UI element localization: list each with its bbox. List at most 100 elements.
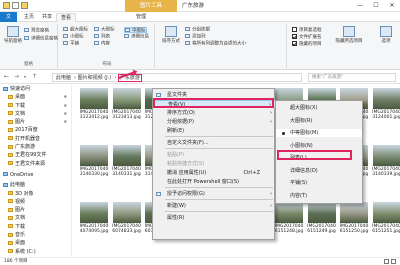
minimize-button[interactable]: — [352,0,368,12]
sidebar-item[interactable]: 快速访问 [0,85,71,93]
back-arrow-icon[interactable]: ← [4,73,9,80]
hidden-items-toggle[interactable]: 隐藏的项目 [292,41,322,47]
address-input[interactable]: 此电脑 › 图片和视频 (J:) › 广东旅游 [52,73,302,82]
tab-manage[interactable]: 管理 [132,13,150,22]
context-menu-item[interactable]: 撤消 应用属性(U) Ctrl+Z [153,169,276,177]
folder-icon[interactable] [3,2,10,9]
context-menu-item[interactable]: 粘贴(P) [153,151,276,159]
sidebar-item[interactable]: 打开机器音 [0,135,71,143]
layout-details[interactable]: 详细信息 [124,34,149,40]
sidebar-item[interactable]: 3D 对象 [0,190,71,198]
sidebar-item[interactable]: 桌面 [0,239,71,247]
context-menu-item[interactable]: 在此处打开 Powershell 窗口(S) [153,178,276,186]
file-item[interactable]: IMG20170403124001.jpg [372,88,400,120]
sidebar-item[interactable]: 文档 ✱ [0,110,71,118]
pin-icon[interactable]: ✱ [64,118,67,126]
context-menu-item[interactable]: 分组依据(P) › [153,118,276,126]
recent-dropdown-icon[interactable]: ▾ [24,74,26,79]
details-pane-button[interactable]: 详细信息窗格 [24,36,58,42]
sidebar-item[interactable]: 广东旅游 [0,143,71,151]
sidebar-item[interactable]: 图片 [0,206,71,214]
file-item[interactable]: IMG20170403140331.jpg [112,145,142,177]
sidebar-item[interactable]: 下载 ✱ [0,102,71,110]
sidebar-item[interactable]: 王君在99文件 [0,151,71,159]
picture-tools-tab[interactable]: 图片工具 [125,0,177,12]
file-item[interactable]: IMG20170404074095.jpg [79,202,109,234]
pin-icon[interactable]: ✱ [64,110,67,118]
context-menu-item[interactable]: 自定义文件夹(F)... [153,139,276,147]
view-submenu-item[interactable]: 详细信息(D) [276,167,362,175]
tab-home[interactable]: 主页 [20,13,38,22]
tab-view[interactable]: 查看 [56,13,77,22]
context-menu-item[interactable]: 排序方式(O) › [153,109,276,117]
file-item[interactable]: IMG20170406151250.jpg [339,202,369,234]
layout-medium-icons[interactable]: 中图标 [124,27,147,34]
sort-by-button[interactable]: 排序方式 [160,26,182,44]
group-by-button[interactable]: 分组依据 [185,27,210,33]
sidebar-item[interactable]: 文档 [0,214,71,222]
context-menu-item[interactable]: 刷新(E) [153,127,276,135]
layout-tiles[interactable]: 平铺 [63,41,79,47]
add-columns-button[interactable]: 添加列 [185,34,206,40]
details-view-icon[interactable] [384,259,389,264]
hidden-items-checkbox[interactable] [292,41,297,46]
fit-columns-button[interactable]: 将所有列调整为合适的大小 [185,41,246,47]
pin-icon[interactable]: ✱ [64,93,67,101]
sidebar-item[interactable]: 桌面 ✱ [0,93,71,101]
hide-selected-button[interactable]: 隐藏所选项目 [335,26,363,44]
sidebar-item[interactable]: 视频 [0,198,71,206]
view-submenu-item[interactable]: 小图标(N) [276,142,362,150]
item-checkboxes-toggle[interactable]: 项目复选框 [292,27,322,33]
star-icon [3,86,8,91]
file-extensions-checkbox[interactable] [292,34,297,39]
properties-icon[interactable] [12,2,19,9]
file-item[interactable]: IMG20170403140330.jpg [79,145,109,177]
file-item[interactable]: IMG20170403140339.jpg [372,145,400,177]
view-submenu-item[interactable]: 超大图标(X) [276,104,362,112]
options-button[interactable]: 选项 [376,26,396,44]
preview-pane-button[interactable]: 预览窗格 [24,28,49,34]
sidebar-item[interactable]: 下载 [0,223,71,231]
view-submenu-item[interactable]: 大图标(R) [276,117,362,125]
context-menu-item[interactable]: 授予访问权限(G) › [153,190,276,198]
file-item[interactable]: IMG20170406151248.jpg [274,202,304,234]
view-submenu-item[interactable]: 内容(T) [276,192,362,200]
file-item[interactable]: IMG20170406074833.jpg [112,202,142,234]
breadcrumb-this-pc[interactable]: 此电脑 [56,75,71,81]
breadcrumb-drive[interactable]: 图片和视频 (J:) [78,75,112,81]
nav-pane-button[interactable]: 导航窗格 [3,26,23,44]
new-folder-icon[interactable] [21,2,28,9]
large-icons-view-icon[interactable] [391,259,396,264]
search-input[interactable]: 搜索"广东旅游" [308,73,396,82]
layout-small-icons[interactable]: 小图标 [63,34,84,40]
layout-xl-icons[interactable]: 超大图标 [63,27,88,33]
sidebar-item[interactable]: 2017百度 [0,126,71,134]
sidebar-item[interactable]: 音乐 [0,231,71,239]
context-menu-item[interactable]: 新建(W) › [153,202,276,210]
file-item[interactable]: IMG20170406151251.jpg [372,202,400,234]
context-menu-item[interactable]: 属性(R) [153,214,276,222]
layout-list[interactable]: 列表 [94,34,110,40]
file-item[interactable]: IMG20170406151249.jpg [307,202,337,234]
up-arrow-icon[interactable]: ↑ [32,73,37,80]
layout-large-icons[interactable]: 大图标 [94,27,115,33]
sidebar-item[interactable]: 系统 (C:) [0,248,71,256]
view-submenu-item[interactable]: 平铺(S) [276,179,362,187]
maximize-button[interactable]: ☐ [368,0,384,12]
sidebar-item[interactable]: 图片 ✱ [0,118,71,126]
layout-content[interactable]: 内容 [94,41,110,47]
tab-share[interactable]: 共享 [38,13,56,22]
view-submenu-item[interactable]: 中等图标(M) [276,129,362,137]
forward-arrow-icon[interactable]: → [14,73,19,80]
close-button[interactable]: ✕ [384,0,400,12]
sidebar-item[interactable]: 王君文件来源 [0,160,71,168]
file-item[interactable]: IMG20170403123412.jpg [79,88,109,120]
pin-icon[interactable]: ✱ [64,102,67,110]
item-checkboxes-checkbox[interactable] [292,27,297,32]
context-menu-item[interactable]: 粘贴快捷方式(S) [153,160,276,168]
sidebar-item[interactable]: 此电脑 [0,181,71,189]
file-extensions-toggle[interactable]: 文件扩展名 [292,34,322,40]
tab-file[interactable]: 文件 [0,12,17,30]
sidebar-item[interactable]: OneDrive [0,171,71,179]
file-item[interactable]: IMG20170403123413.jpg [112,88,142,120]
